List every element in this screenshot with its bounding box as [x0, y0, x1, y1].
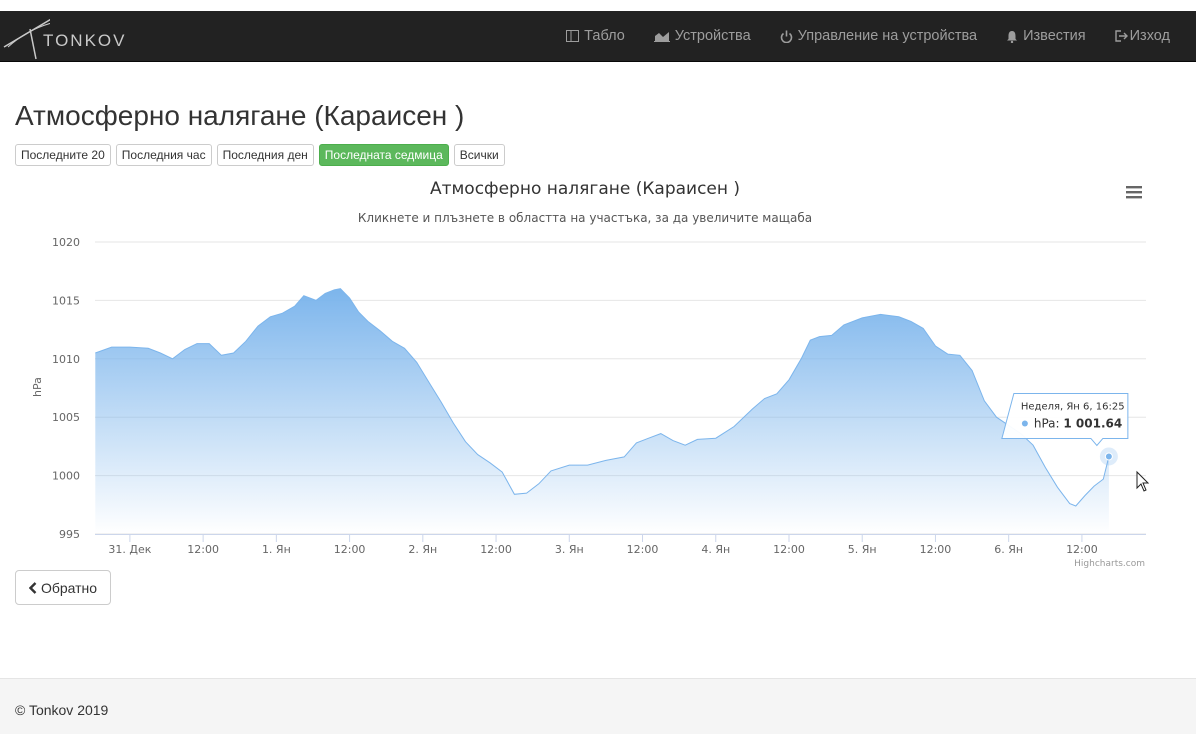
back-button-label: Обратно: [40, 579, 98, 596]
x-tick-label: 12:00: [480, 543, 512, 556]
x-tick-label: 3. Ян: [555, 543, 584, 556]
x-tick-label: 31. Дек: [108, 543, 151, 556]
x-tick-label: 5. Ян: [848, 543, 877, 556]
y-tick-label: 1000: [52, 470, 80, 483]
x-tick-label: 12:00: [1066, 543, 1098, 556]
y-tick-label: 1005: [52, 411, 80, 424]
y-tick-label: 1010: [52, 353, 80, 366]
x-tick-label: 12:00: [334, 543, 366, 556]
main-nav: Табло Устройства Управление на устройств…: [537, 11, 1170, 61]
x-tick-label: 1. Ян: [262, 543, 291, 556]
navbar: TONKOV Табло Устройства Управление на ус…: [0, 11, 1196, 62]
chart-svg[interactable]: Атмосферно налягане (Караисен ) Кликнете…: [15, 172, 1165, 572]
chart-subtitle: Кликнете и плъзнете в областта на участъ…: [358, 211, 812, 225]
nav-label: Управление на устройства: [797, 28, 978, 44]
range-filter-group: Последните 20 Последния час Последния де…: [15, 144, 510, 166]
x-tick-label: 4. Ян: [701, 543, 730, 556]
tooltip-date: Неделя, Ян 6, 16:25: [1021, 401, 1125, 412]
brand-logo[interactable]: TONKOV: [0, 11, 140, 61]
filter-last-day-button[interactable]: Последния ден: [216, 144, 314, 166]
chart-title: Атмосферно налягане (Караисен ): [430, 179, 740, 199]
nav-item-device-management[interactable]: Управление на устройства: [780, 28, 977, 44]
x-tick-label: 12:00: [187, 543, 219, 556]
nav-label: Табло: [584, 28, 625, 44]
tooltip-series-marker: [1021, 420, 1028, 427]
chart-series: [95, 288, 1110, 534]
back-button[interactable]: Обратно: [15, 570, 111, 605]
filter-last-20-button[interactable]: Последните 20: [15, 144, 111, 166]
filter-last-week-button[interactable]: Последната седмица: [318, 144, 449, 166]
area-chart-icon: [653, 30, 670, 42]
series-area: [95, 288, 1109, 534]
x-tick-label: 12:00: [920, 543, 952, 556]
nav-item-dashboard[interactable]: Табло: [566, 28, 625, 44]
x-tick-label: 2. Ян: [408, 543, 437, 556]
filter-last-hour-button[interactable]: Последния час: [115, 144, 212, 166]
mouse-cursor-icon: [1136, 470, 1150, 492]
tooltip-series-label: hPa: 1 001.64: [1034, 416, 1122, 430]
footer: © Tonkov 2019: [0, 678, 1196, 734]
footer-text: © Tonkov 2019: [15, 702, 109, 718]
power-icon: [780, 30, 793, 43]
bell-icon: [1006, 30, 1018, 43]
nav-item-logout[interactable]: Изход: [1114, 28, 1170, 44]
dashboard-icon: [566, 30, 580, 42]
y-tick-label: 1020: [52, 236, 80, 249]
x-axis-ticks: 31. Дек 12:00 1. Ян 12:00 2. Ян 12:00 3. Ян 12:…: [95, 534, 1146, 556]
pressure-chart[interactable]: Атмосферно налягане (Караисен ) Кликнете…: [15, 172, 1165, 572]
chevron-left-icon: [28, 581, 37, 594]
nav-item-devices[interactable]: Устройства: [653, 28, 751, 44]
export-menu-button[interactable]: [1126, 186, 1142, 199]
x-tick-label: 6. Ян: [994, 543, 1023, 556]
browser-top-strip: [0, 0, 1196, 11]
y-tick-label: 1015: [52, 294, 80, 307]
chart-credits[interactable]: Highcharts.com: [1074, 559, 1145, 569]
sign-out-icon: [1114, 30, 1129, 42]
filter-all-button[interactable]: Всички: [453, 144, 505, 166]
hamburger-menu-icon: [1126, 186, 1142, 199]
tooltip-value: 1 001.64: [1063, 416, 1122, 430]
nav-item-notifications[interactable]: Известия: [1006, 28, 1086, 44]
nav-label: Изход: [1129, 28, 1170, 44]
hover-point: [1104, 452, 1113, 461]
y-axis-ticks: 1020 1015 1010 1005 1000 995: [52, 236, 80, 541]
x-tick-label: 12:00: [773, 543, 805, 556]
x-tick-label: 12:00: [627, 543, 659, 556]
y-tick-label: 995: [59, 528, 80, 541]
nav-label: Устройства: [674, 28, 751, 44]
nav-label: Известия: [1023, 28, 1086, 44]
y-axis-label: hPa: [31, 377, 44, 397]
brand-name: TONKOV: [43, 31, 127, 50]
page-title: Атмосферно налягане (Караисен ): [15, 100, 465, 131]
